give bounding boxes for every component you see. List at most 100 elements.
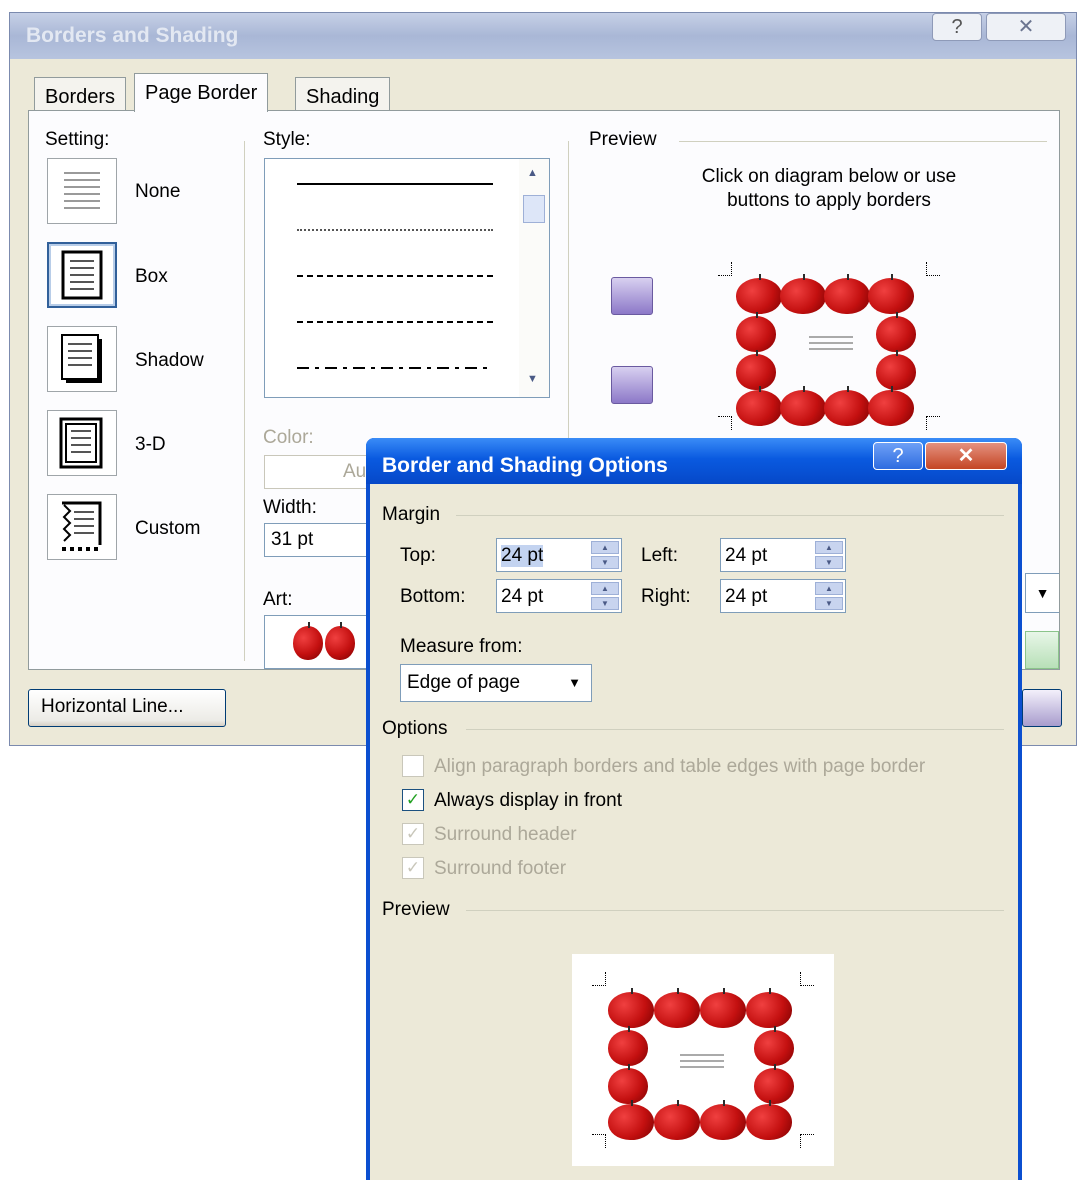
scroll-down-icon[interactable]: ▼ [527,373,538,385]
main-close-button[interactable]: ✕ [986,13,1066,41]
style-list[interactable]: ▲ ▼ [264,158,550,398]
preview-group-line [466,910,1004,911]
style-solid[interactable] [297,183,493,185]
top-border-button[interactable] [611,277,653,315]
setting-custom-icon[interactable] [47,494,117,560]
apple-icon [700,988,746,1028]
box-page-icon [61,250,103,300]
corner-mark-bl [592,1134,606,1148]
preview-label: Preview [589,129,657,150]
scroll-thumb[interactable] [523,195,545,223]
tab-shading[interactable]: Shading [295,77,391,111]
options-button-edge[interactable] [1025,631,1059,669]
apple-icon [876,350,916,390]
apply-to-dropdown-arrow[interactable]: ▼ [1025,573,1059,613]
apple-icon [780,274,826,314]
measure-from-label: Measure from: [400,636,523,657]
style-label: Style: [263,129,311,150]
tab-page-border[interactable]: Page Border [134,73,269,112]
custom-page-icon [62,501,102,551]
preview-text-lines [809,336,853,338]
setting-3d-icon[interactable] [47,410,117,476]
style-scrollbar[interactable]: ▲ ▼ [519,159,549,397]
apple-icon [754,1026,794,1066]
main-preview-diagram[interactable] [714,256,944,436]
options-preview-diagram [572,954,834,1166]
preview-text-lines [680,1054,724,1056]
setting-none-icon[interactable] [47,158,117,224]
main-help-button[interactable]: ? [932,13,982,41]
margin-group-line [456,515,1004,516]
left-margin-value[interactable]: 24 pt [725,545,767,567]
right-spinner[interactable]: ▲ ▼ [815,582,843,610]
spin-down-icon[interactable]: ▼ [591,556,619,569]
ok-button-edge[interactable] [1022,689,1062,727]
spin-up-icon[interactable]: ▲ [591,541,619,554]
corner-mark-tl [592,972,606,986]
middle-border-button[interactable] [611,366,653,404]
top-spinner[interactable]: ▲ ▼ [591,541,619,569]
preview-hint: Click on diagram below or use buttons to… [701,166,957,211]
spin-up-icon[interactable]: ▲ [591,582,619,595]
style-dotted[interactable] [297,229,493,231]
setting-shadow-label[interactable]: Shadow [135,350,204,372]
apple-icon [780,386,826,426]
spin-down-icon[interactable]: ▼ [815,556,843,569]
art-apple-icon [293,622,323,660]
options-label: Options [382,718,448,739]
setting-3d-label[interactable]: 3-D [135,434,166,456]
setting-none-label[interactable]: None [135,181,180,203]
style-dashed-small[interactable] [297,275,493,277]
left-spinner[interactable]: ▲ ▼ [815,541,843,569]
align-checkbox[interactable] [402,755,424,777]
setting-box-icon[interactable] [47,242,117,308]
scroll-up-icon[interactable]: ▲ [527,167,538,179]
spin-up-icon[interactable]: ▲ [815,582,843,595]
spin-down-icon[interactable]: ▼ [815,597,843,610]
left-margin-field[interactable]: 24 pt ▲ ▼ [720,538,846,572]
corner-mark-br [800,1134,814,1148]
art-apple-icon [325,622,355,660]
style-dashed-large[interactable] [297,321,493,323]
separator-setting [244,141,245,661]
align-label: Align paragraph borders and table edges … [434,756,926,777]
right-margin-value[interactable]: 24 pt [725,586,767,608]
right-label: Right: [641,586,691,607]
measure-from-select[interactable]: Edge of page ▼ [400,664,592,702]
surround-header-checkbox[interactable]: ✓ [402,823,424,845]
measure-from-value: Edge of page [407,672,521,693]
bottom-margin-field[interactable]: 24 pt ▲ ▼ [496,579,622,613]
bottom-spinner[interactable]: ▲ ▼ [591,582,619,610]
style-dash-dot[interactable] [297,367,493,369]
surround-footer-checkbox[interactable]: ✓ [402,857,424,879]
preview-group-line [679,141,1047,142]
apple-icon [736,350,776,390]
setting-box-label[interactable]: Box [135,266,168,288]
apple-icon [608,988,654,1028]
top-margin-field[interactable]: 24 pt ▲ ▼ [496,538,622,572]
width-select[interactable]: 31 pt [264,523,374,557]
dropdown-arrow-icon[interactable]: ▼ [568,675,581,690]
horizontal-line-button[interactable]: Horizontal Line... [28,689,226,727]
options-title-bar[interactable]: Border and Shading Options ? ✕ [366,438,1022,484]
apple-icon [746,1100,792,1140]
bottom-label: Bottom: [400,586,466,607]
bottom-margin-value[interactable]: 24 pt [501,586,543,608]
apple-icon [736,312,776,352]
tab-borders[interactable]: Borders [34,77,127,111]
always-front-checkbox[interactable]: ✓ [402,789,424,811]
top-margin-value[interactable]: 24 pt [501,545,544,567]
options-help-button[interactable]: ? [873,442,923,470]
corner-mark-br [926,416,940,430]
spin-down-icon[interactable]: ▼ [591,597,619,610]
right-margin-field[interactable]: 24 pt ▲ ▼ [720,579,846,613]
setting-shadow-icon[interactable] [47,326,117,392]
spin-up-icon[interactable]: ▲ [815,541,843,554]
options-close-button[interactable]: ✕ [925,442,1007,470]
options-group-line [466,729,1004,730]
setting-custom-label[interactable]: Custom [135,518,200,540]
options-body: Margin Top: 24 pt ▲ ▼ Left: 24 pt ▲ ▼ Bott… [370,484,1018,1180]
corner-mark-tr [800,972,814,986]
main-title-bar[interactable]: Borders and Shading ? ✕ [10,13,1076,59]
apple-icon [608,1100,654,1140]
